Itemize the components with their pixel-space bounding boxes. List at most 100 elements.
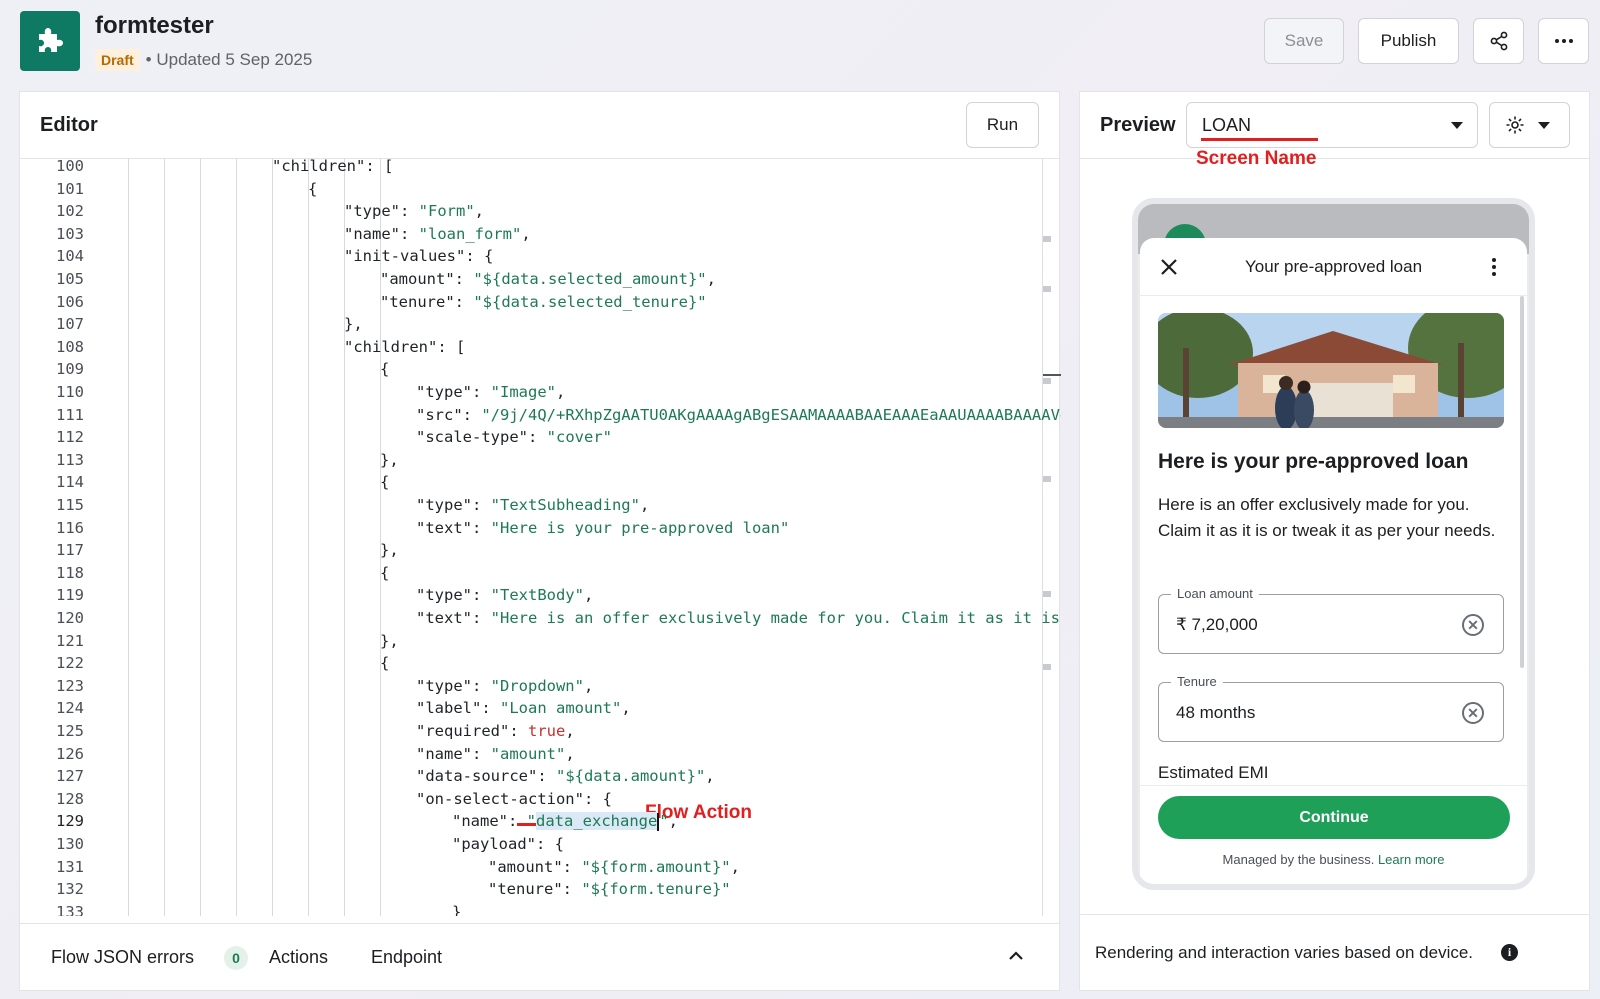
annotation-underline-screen	[1201, 138, 1318, 141]
code-text: "scale-type": "cover"	[416, 428, 612, 447]
code-line[interactable]: 110 "type": "Image",	[20, 381, 1061, 404]
save-button[interactable]: Save	[1264, 18, 1344, 64]
code-text: "src": "/9j/4Q/+RXhpZgAATU0AKgAAAAgABgES…	[416, 405, 1061, 424]
sheet-header: Your pre-approved loan	[1140, 238, 1527, 296]
code-editor[interactable]: Flow Action 100 "children": [101{102 "type…	[20, 159, 1061, 916]
code-line[interactable]: 131 "amount": "${form.amount}",	[20, 856, 1061, 879]
code-line[interactable]: 133}	[20, 901, 1061, 916]
updated-text: • Updated 5 Sep 2025	[145, 50, 313, 69]
code-line[interactable]: 117},	[20, 539, 1061, 562]
code-line[interactable]: 103 "name": "loan_form",	[20, 223, 1061, 246]
loan-amount-dropdown[interactable]: Loan amount ₹ 7,20,000 ✕	[1158, 586, 1504, 654]
code-line[interactable]: 122 {	[20, 652, 1061, 675]
estimated-emi-label: Estimated EMI	[1158, 763, 1269, 782]
learn-more-link[interactable]: Learn more	[1378, 852, 1444, 867]
flow-sheet: Your pre-approved loan Here is your pre-…	[1140, 238, 1527, 884]
run-button[interactable]: Run	[966, 102, 1039, 148]
code-line[interactable]: 113},	[20, 449, 1061, 472]
phone-frame: Your pre-approved loan Here is your pre-…	[1132, 198, 1535, 890]
code-line[interactable]: 111 "src": "/9j/4Q/+RXhpZgAATU0AKgAAAAgAB…	[20, 404, 1061, 427]
preview-footer: Rendering and interaction varies based o…	[1080, 914, 1589, 990]
screen-select[interactable]: LOAN	[1186, 102, 1478, 148]
code-line[interactable]: 106 "tenure": "${data.selected_tenure}"	[20, 291, 1061, 314]
line-number: 123	[56, 676, 84, 695]
chevron-up-icon[interactable]	[1008, 950, 1024, 962]
code-text: "text": "Here is your pre-approved loan"	[416, 518, 790, 537]
info-icon[interactable]: i	[1501, 944, 1518, 961]
code-line[interactable]: 124 "label": "Loan amount",	[20, 697, 1061, 720]
code-line[interactable]: 101 {	[20, 178, 1061, 201]
code-text: "text": "Here is an offer exclusively ma…	[416, 609, 1061, 627]
settings-button[interactable]	[1489, 102, 1570, 148]
puzzle-icon	[39, 28, 63, 52]
code-text: {	[380, 360, 390, 379]
code-text: "type": "Form",	[344, 202, 484, 221]
endpoint-tab[interactable]: Endpoint	[371, 947, 442, 968]
line-number: 100	[56, 159, 84, 175]
line-number: 126	[56, 744, 84, 763]
caret-down-icon	[1451, 122, 1463, 129]
line-number: 101	[56, 179, 84, 198]
code-text: }	[452, 902, 462, 916]
loan-body-text: Here is an offer exclusively made for yo…	[1158, 495, 1496, 540]
code-line[interactable]: 132 "tenure": "${form.tenure}"	[20, 878, 1061, 901]
code-line[interactable]: 121},	[20, 630, 1061, 653]
publish-button[interactable]: Publish	[1358, 18, 1459, 64]
footer-divider	[1140, 785, 1527, 786]
line-number: 102	[56, 202, 84, 221]
code-text: "payload": {	[452, 835, 564, 853]
code-text: "amount": "${form.amount}",	[488, 857, 740, 876]
code-line[interactable]: 125 "required": true,	[20, 720, 1061, 743]
line-number: 105	[56, 270, 84, 288]
more-button[interactable]	[1538, 18, 1589, 64]
code-line[interactable]: 102 "type": "Form",	[20, 200, 1061, 223]
code-line[interactable]: 126 "name": "amount",	[20, 743, 1061, 766]
code-line[interactable]: 127 "data-source": "${data.amount}",	[20, 765, 1061, 788]
code-line[interactable]: 105 "amount": "${data.selected_amount}",	[20, 268, 1061, 291]
code-line[interactable]: 100 "children": [	[20, 159, 1061, 178]
code-text: {	[380, 654, 390, 673]
code-line[interactable]: 129 "name": "data_exchange ",	[20, 810, 1061, 833]
line-number: 120	[56, 609, 84, 627]
gear-icon	[1506, 116, 1524, 134]
editor-footer: Flow JSON errors 0 Actions Endpoint	[20, 923, 1059, 990]
code-text: "name": "data_exchange ",	[452, 812, 679, 831]
line-number: 127	[56, 767, 84, 786]
app-title: formtester	[95, 12, 214, 39]
code-text: "tenure": "${form.tenure}"	[488, 880, 731, 899]
loan-amount-value: ₹ 7,20,000	[1176, 615, 1258, 634]
code-line[interactable]: 118 {	[20, 562, 1061, 585]
code-line[interactable]: 109 {	[20, 358, 1061, 381]
code-line[interactable]: 112 "scale-type": "cover"	[20, 426, 1061, 449]
code-line[interactable]: 120 "text": "Here is an offer exclusively…	[20, 607, 1061, 630]
actions-tab[interactable]: Actions	[269, 947, 328, 968]
code-line[interactable]: 130 "payload": {	[20, 833, 1061, 856]
code-text: "data-source": "${data.amount}",	[416, 767, 715, 786]
code-line[interactable]: 114 {	[20, 471, 1061, 494]
clear-icon[interactable]: ✕	[1462, 702, 1484, 724]
line-number: 131	[56, 857, 84, 876]
code-line[interactable]: 128 "on-select-action": {	[20, 788, 1061, 811]
preview-title: Preview	[1100, 114, 1176, 136]
line-number: 113	[56, 450, 84, 469]
code-line[interactable]: 107},	[20, 313, 1061, 336]
sheet-scrollbar[interactable]	[1520, 296, 1524, 668]
code-line[interactable]: 116 "text": "Here is your pre-approved lo…	[20, 517, 1061, 540]
status-badge: Draft	[95, 49, 140, 71]
share-button[interactable]	[1473, 18, 1524, 64]
clear-icon[interactable]: ✕	[1462, 614, 1484, 636]
share-icon	[1490, 31, 1507, 51]
more-vertical-icon[interactable]	[1491, 257, 1497, 277]
code-line[interactable]: 108 "children": [	[20, 336, 1061, 359]
app-icon	[20, 11, 80, 71]
code-line[interactable]: 123 "type": "Dropdown",	[20, 675, 1061, 698]
code-line[interactable]: 104 "init-values": {	[20, 245, 1061, 268]
tenure-dropdown[interactable]: Tenure 48 months ✕	[1158, 674, 1504, 742]
continue-button[interactable]: Continue	[1158, 796, 1510, 839]
line-number: 112	[56, 428, 84, 447]
flow-json-errors-tab[interactable]: Flow JSON errors	[51, 947, 194, 968]
code-text: "tenure": "${data.selected_tenure}"	[380, 292, 707, 311]
code-line[interactable]: 115 "type": "TextSubheading",	[20, 494, 1061, 517]
line-number: 110	[56, 383, 84, 401]
code-line[interactable]: 119 "type": "TextBody",	[20, 584, 1061, 607]
